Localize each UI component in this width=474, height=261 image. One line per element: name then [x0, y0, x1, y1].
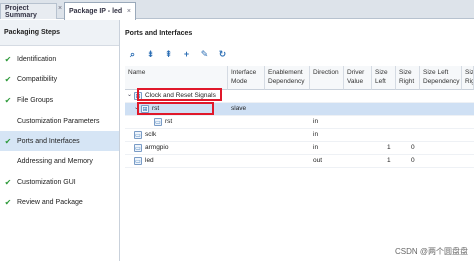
tab-label: Package IP - led	[69, 8, 123, 15]
watermark: CSDN @两个圆盘盘	[394, 247, 468, 256]
editor-tab-bar: Project Summary × Package IP - led ×	[0, 0, 474, 20]
row-direction: out	[313, 157, 323, 164]
panel-title: Ports and Interfaces	[125, 30, 193, 37]
panel-title: Packaging Steps	[0, 20, 119, 46]
header-text: Value	[347, 78, 364, 85]
header-text: Right	[399, 78, 415, 85]
column-header-size-right-2[interactable]: Size Right	[462, 66, 474, 90]
refresh-icon[interactable]: ↻	[215, 47, 230, 61]
step-file-groups[interactable]: ✔ File Groups	[0, 90, 119, 110]
column-header-enablement-dependency[interactable]: Enablement Dependency	[265, 66, 310, 90]
table-row-armgpio[interactable]: ▭ armgpio in 1 0	[125, 142, 474, 155]
row-name: led	[145, 157, 154, 164]
close-icon[interactable]: ×	[58, 5, 63, 15]
row-size-left: 1	[387, 157, 391, 164]
tab-package-ip[interactable]: Package IP - led ×	[64, 2, 136, 20]
step-label: Review and Package	[17, 198, 83, 206]
row-name: rst	[165, 118, 173, 125]
port-icon: ▭	[134, 157, 142, 165]
header-text: Dependency	[268, 78, 305, 85]
edit-icon[interactable]: ✎	[197, 47, 212, 61]
header-text: Name	[128, 69, 146, 76]
column-header-size-left-dependency[interactable]: Size Left Dependency	[420, 66, 462, 90]
header-text: Dependency	[423, 78, 460, 85]
row-size-right: 0	[411, 157, 415, 164]
header-text: Size	[375, 69, 388, 76]
table-row-rst-port[interactable]: ▭ rst in	[125, 116, 474, 129]
step-customization-parameters[interactable]: Customization Parameters	[0, 111, 119, 131]
port-icon: ▭	[134, 144, 142, 152]
step-review-and-package[interactable]: ✔ Review and Package	[0, 192, 119, 212]
search-icon[interactable]: ⌕	[125, 47, 140, 61]
check-icon: ✔	[4, 95, 12, 105]
step-label: Compatibility	[17, 75, 58, 83]
column-header-size-left[interactable]: Size Left	[372, 66, 396, 90]
check-icon: ✔	[4, 54, 12, 64]
header-text: Size	[465, 69, 474, 76]
step-customization-gui[interactable]: ✔ Customization GUI	[0, 172, 119, 192]
check-icon: ✔	[4, 197, 12, 207]
table-row-led[interactable]: ▭ led out 1 0	[125, 155, 474, 168]
ports-toolbar: ⌕ ⇟ ⇞ + ✎ ↻	[125, 46, 233, 62]
row-direction: in	[313, 131, 319, 138]
header-text: Left	[375, 78, 386, 85]
header-text: Size Left	[423, 69, 449, 76]
row-size-right: 0	[411, 144, 415, 151]
column-header-size-right[interactable]: Size Right	[396, 66, 420, 90]
row-interface-mode: slave	[231, 105, 247, 112]
row-direction: in	[313, 118, 319, 125]
step-ports-and-interfaces[interactable]: ✔ Ports and Interfaces	[0, 131, 119, 151]
header-text: Mode	[231, 78, 248, 85]
row-size-left: 1	[387, 144, 391, 151]
step-identification[interactable]: ✔ Identification	[0, 49, 119, 69]
column-header-driver-value[interactable]: Driver Value	[344, 66, 372, 90]
header-text: Direction	[313, 69, 339, 76]
check-icon: ✔	[4, 136, 12, 146]
header-text: Size	[399, 69, 412, 76]
close-icon[interactable]: ×	[127, 8, 131, 15]
row-name: armgpio	[145, 144, 169, 151]
tab-project-summary[interactable]: Project Summary	[0, 3, 57, 19]
row-name: sclk	[145, 131, 157, 138]
collapse-all-icon[interactable]: ⇟	[143, 47, 158, 61]
highlight-box-clock-and-reset	[137, 88, 222, 101]
header-text: Interface	[231, 69, 257, 76]
step-compatibility[interactable]: ✔ Compatibility	[0, 69, 119, 89]
column-header-interface-mode[interactable]: Interface Mode	[228, 66, 265, 90]
ports-and-interfaces-panel: Ports and Interfaces ⌕ ⇟ ⇞ + ✎ ↻ Name In…	[121, 20, 474, 261]
step-label: Ports and Interfaces	[17, 137, 80, 145]
header-text: Driver	[347, 69, 365, 76]
step-label: File Groups	[17, 96, 54, 104]
header-text: Enablement	[268, 69, 303, 76]
chevron-down-icon[interactable]: ⌄	[127, 91, 132, 98]
expand-all-icon[interactable]: ⇞	[161, 47, 176, 61]
tab-label: Project Summary	[5, 4, 37, 19]
step-addressing-and-memory[interactable]: Addressing and Memory	[0, 151, 119, 171]
step-label: Customization Parameters	[17, 117, 100, 125]
highlight-box-rst	[137, 102, 214, 115]
table-row-sclk[interactable]: ▭ sclk in	[125, 129, 474, 142]
port-icon: ▭	[134, 131, 142, 139]
header-text: Right	[465, 78, 473, 85]
check-icon: ✔	[4, 74, 12, 84]
packaging-steps-panel: Packaging Steps ✔ Identification ✔ Compa…	[0, 20, 120, 261]
row-direction: in	[313, 144, 319, 151]
step-label: Customization GUI	[17, 178, 76, 186]
column-header-direction[interactable]: Direction	[310, 66, 344, 90]
check-icon: ✔	[4, 177, 12, 187]
add-icon[interactable]: +	[179, 47, 194, 61]
step-label: Addressing and Memory	[17, 157, 93, 165]
step-label: Identification	[17, 55, 57, 63]
column-header-name[interactable]: Name	[125, 66, 228, 90]
port-icon: ▭	[154, 118, 162, 126]
